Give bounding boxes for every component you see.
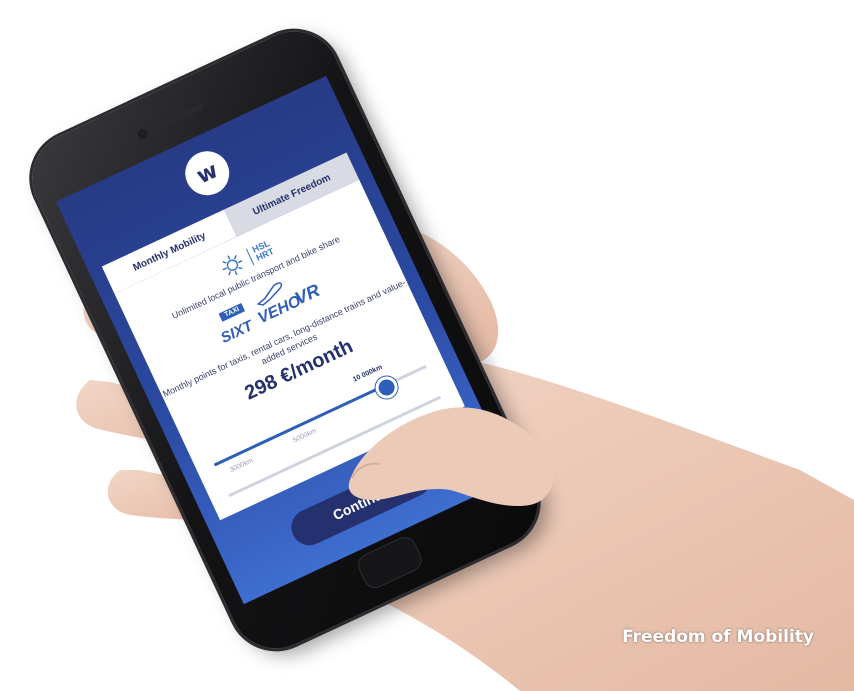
taxi-brand: TAXI (218, 302, 246, 322)
tagline: Freedom of Mobility (622, 627, 814, 647)
slider-label-3000: 3000km (228, 457, 255, 475)
earpiece-speaker (156, 102, 205, 130)
scene: w Monthly Mobility Ultimate Freedom HSL … (0, 0, 854, 691)
sixt-brand: SIXT (218, 317, 256, 347)
slider-label-5000: 5000km (292, 427, 318, 445)
front-camera (135, 127, 150, 141)
sun-icon (222, 255, 243, 276)
hsl-logo: HSL HRT (245, 238, 276, 266)
app-logo: w (178, 144, 237, 203)
